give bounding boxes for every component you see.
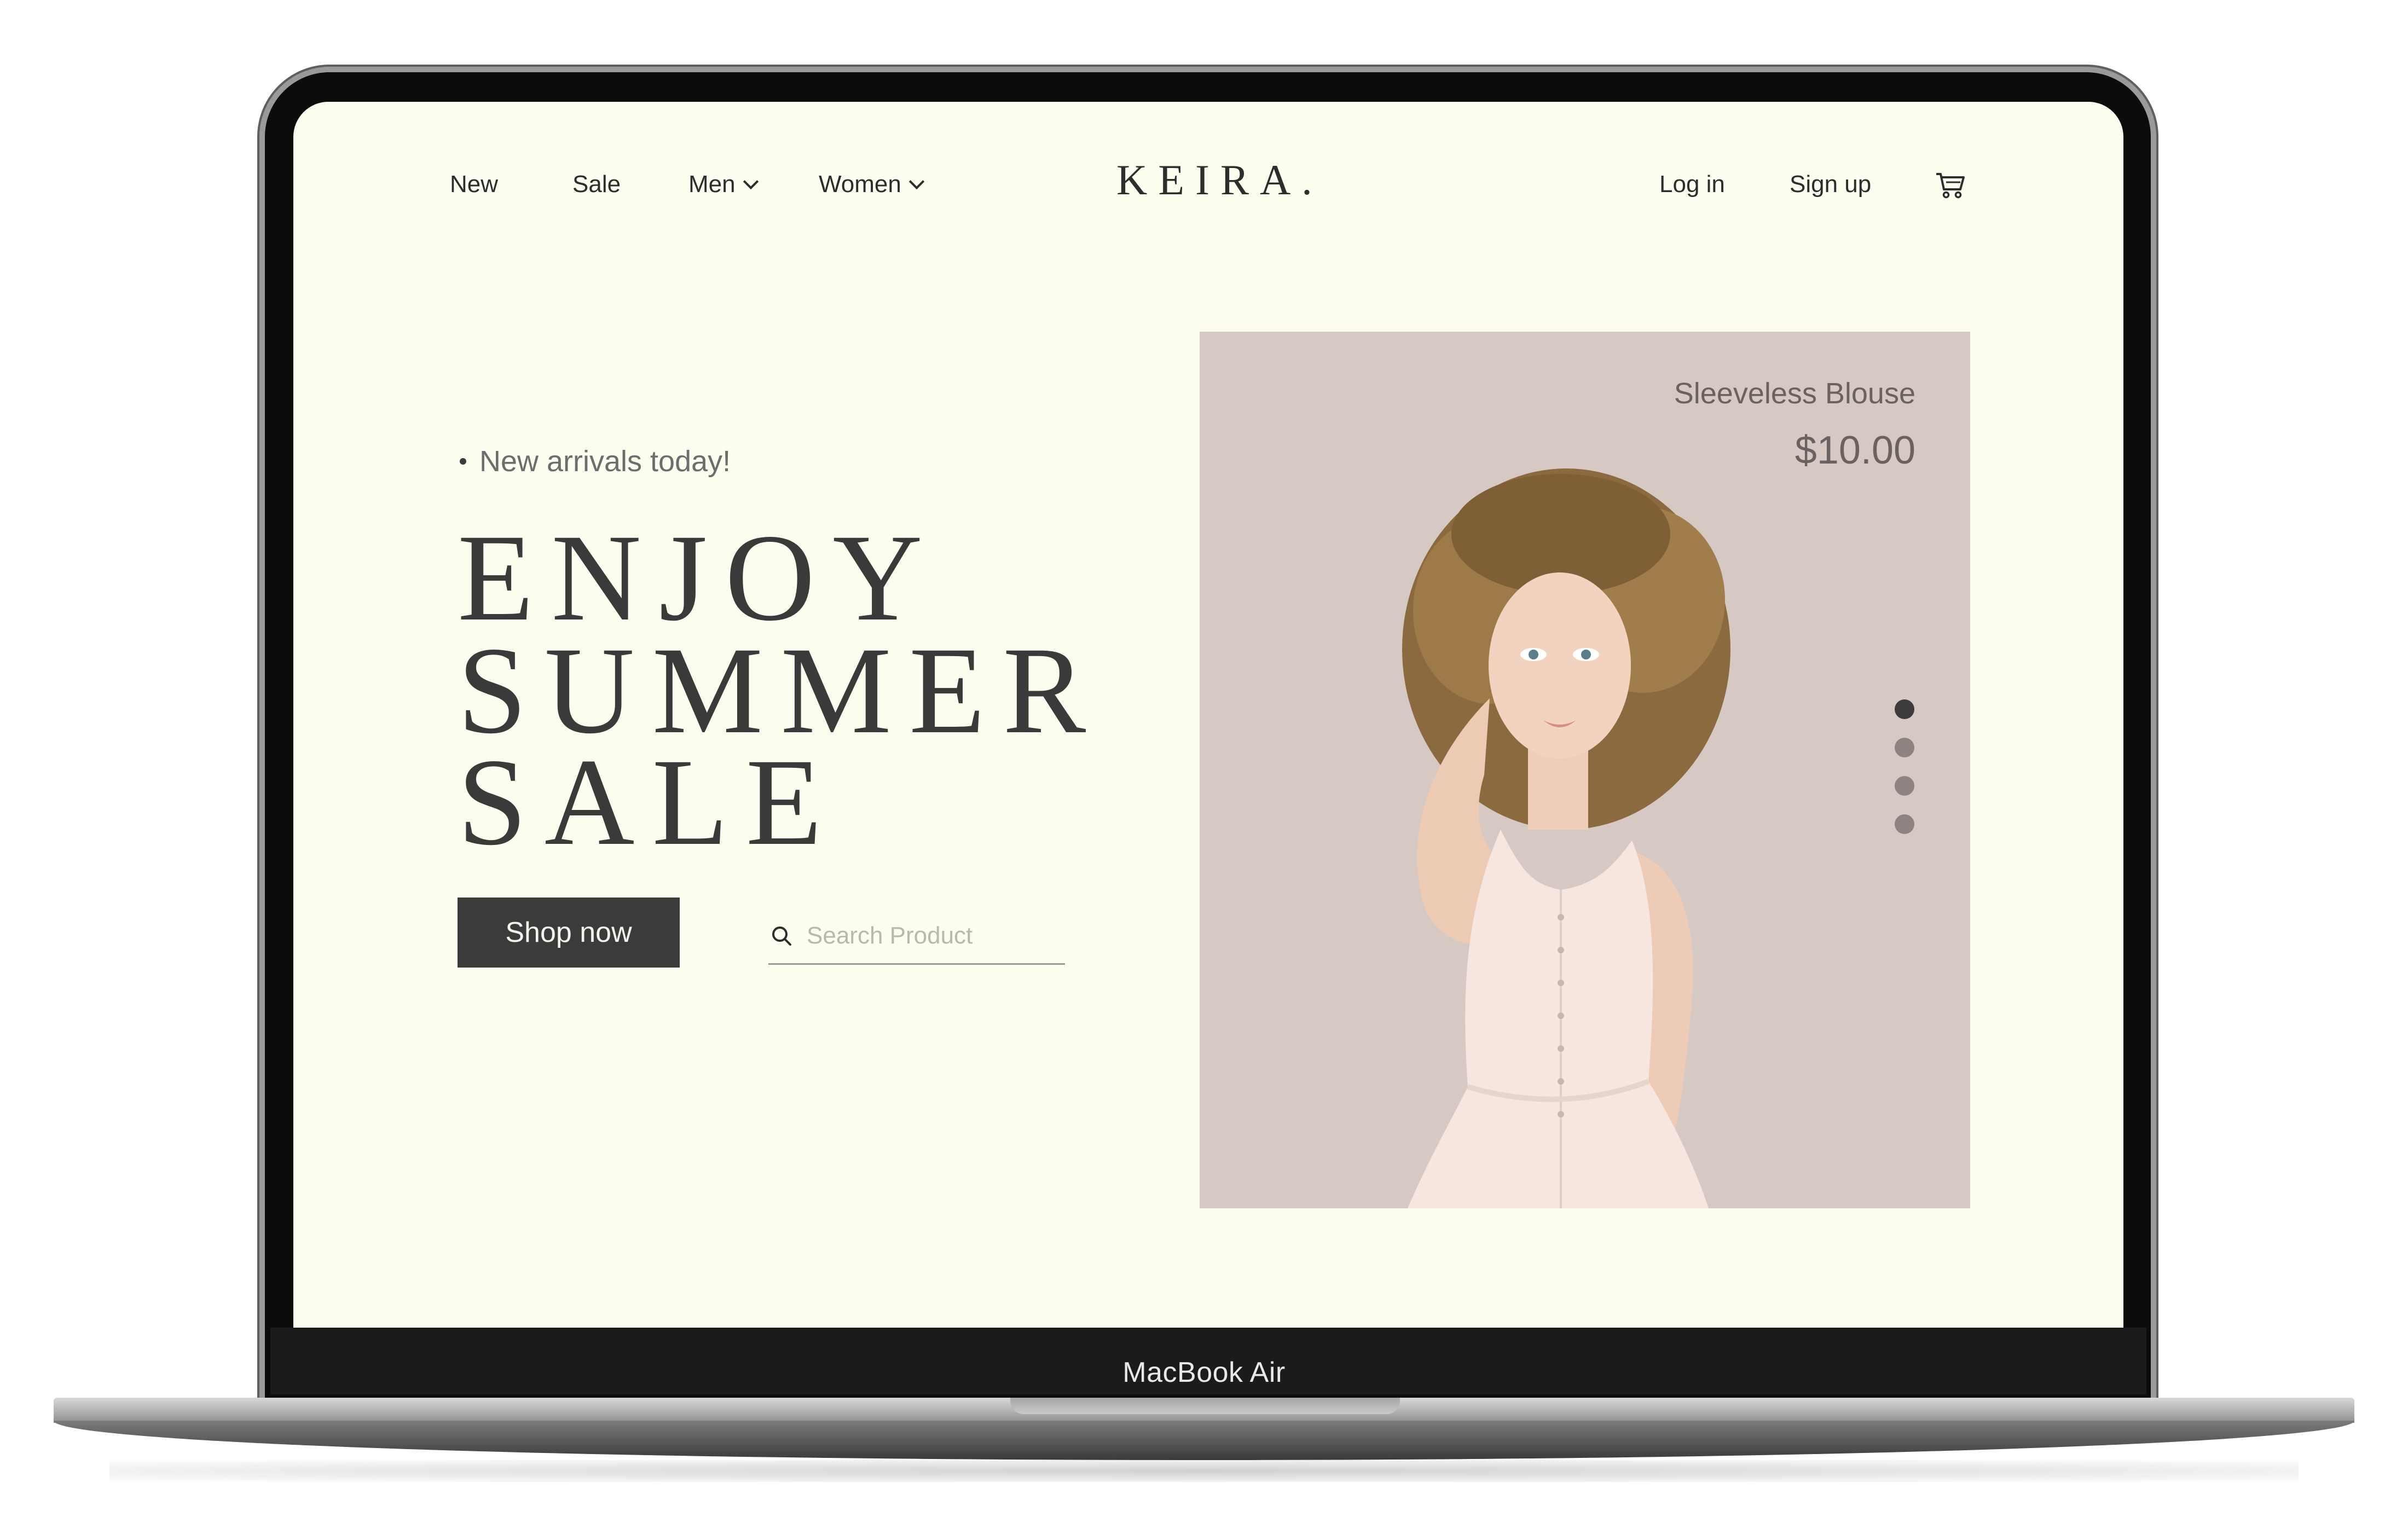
- chevron-down-icon: [908, 173, 924, 190]
- tagline-text: New arrivals today!: [479, 445, 731, 478]
- bullet-icon: [460, 458, 466, 465]
- nav-sale[interactable]: Sale: [572, 171, 621, 198]
- nav-new[interactable]: New: [450, 171, 498, 198]
- product-name: Sleeveless Blouse: [1674, 377, 1915, 410]
- product-card[interactable]: Sleeveless Blouse $10.00: [1200, 332, 1970, 1208]
- signup-link[interactable]: Sign up: [1790, 171, 1871, 198]
- laptop-hinge-notch: [1010, 1398, 1400, 1414]
- headline-line-3: SALE: [458, 733, 840, 871]
- carousel-dot[interactable]: [1895, 699, 1914, 719]
- nav-sale-label: Sale: [572, 171, 621, 198]
- nav-men[interactable]: Men: [688, 171, 759, 198]
- carousel-indicators: [1895, 699, 1914, 834]
- carousel-dot[interactable]: [1895, 776, 1914, 796]
- carousel-dot[interactable]: [1895, 814, 1914, 834]
- login-link[interactable]: Log in: [1659, 171, 1725, 198]
- laptop-shadow: [109, 1460, 2299, 1482]
- nav-women-label: Women: [819, 171, 901, 198]
- carousel-dot[interactable]: [1895, 738, 1914, 757]
- product-price: $10.00: [1795, 429, 1915, 472]
- nav-new-label: New: [450, 171, 499, 198]
- device-label: MacBook Air: [1122, 1357, 1286, 1388]
- nav-women[interactable]: Women: [819, 171, 924, 198]
- search-bar: [768, 908, 1065, 965]
- shop-now-button[interactable]: Shop now: [458, 898, 680, 968]
- nav-men-label: Men: [688, 171, 736, 198]
- search-input[interactable]: [806, 922, 1049, 950]
- signup-label: Sign up: [1790, 171, 1872, 198]
- cart-icon[interactable]: [1935, 171, 1966, 199]
- login-label: Log in: [1659, 171, 1725, 198]
- brand-logo[interactable]: KEIRA.: [1116, 155, 1313, 205]
- chevron-down-icon: [743, 173, 759, 190]
- search-icon[interactable]: [771, 925, 792, 947]
- model-photo: [1402, 468, 1730, 1208]
- laptop-base-edge: [54, 1421, 2354, 1460]
- tagline: New arrivals today!: [460, 444, 731, 478]
